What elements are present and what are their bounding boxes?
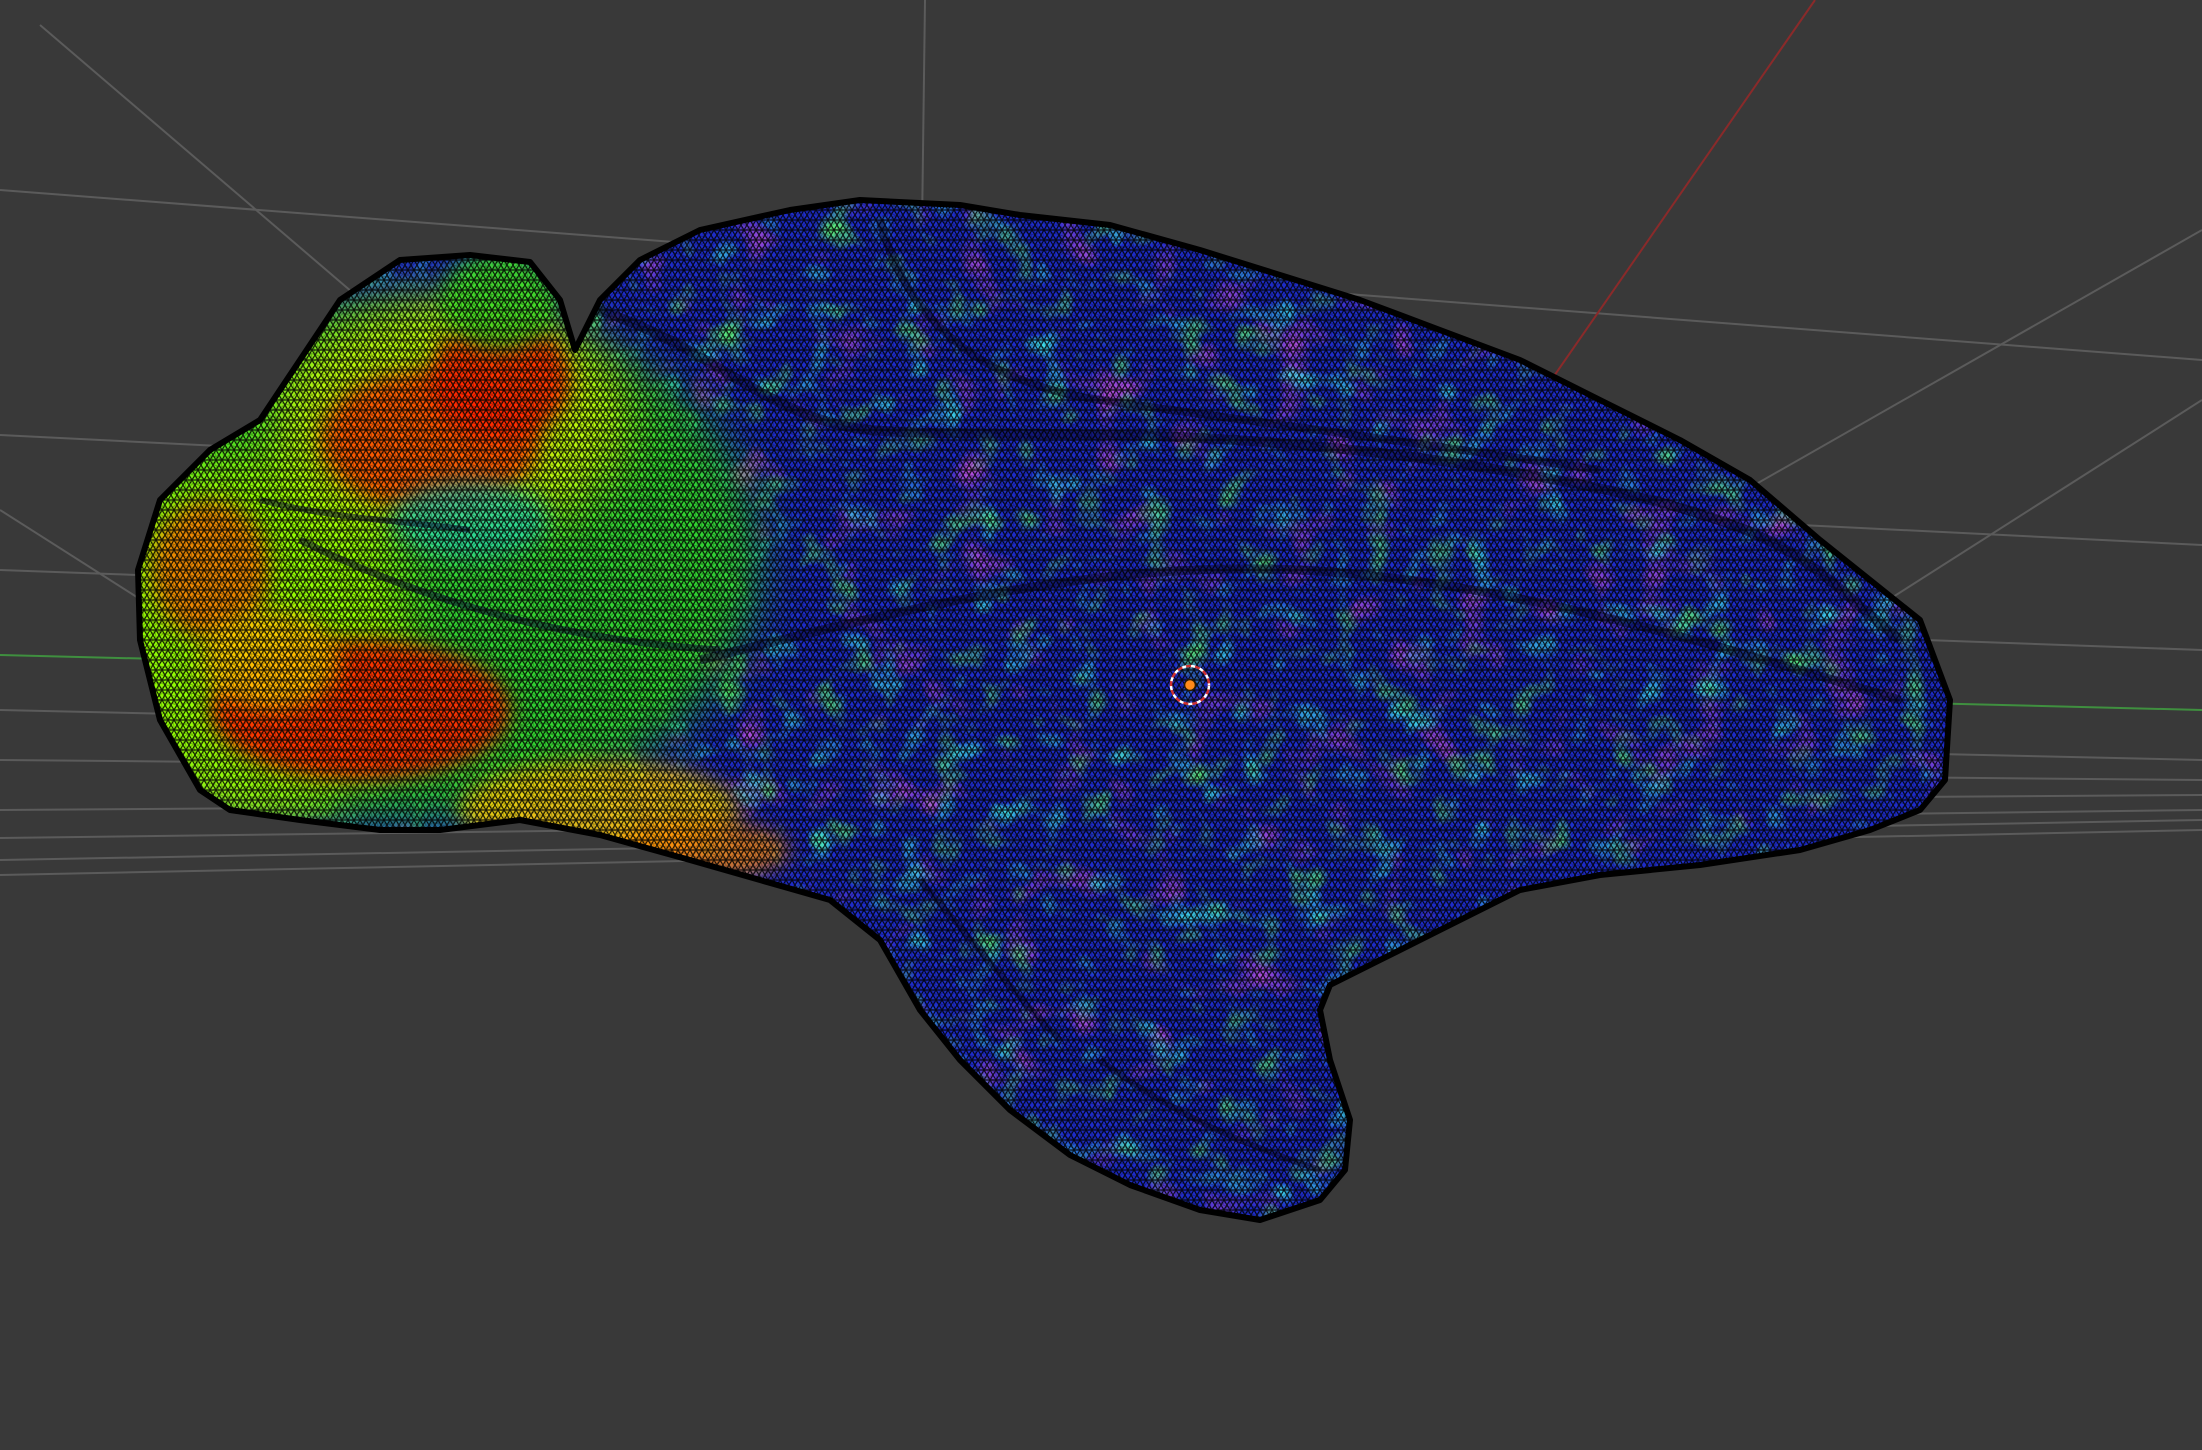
3d-viewport[interactable]: [0, 0, 2202, 1450]
viewport-canvas[interactable]: [0, 0, 2202, 1450]
origin-dot-icon: [1183, 678, 1197, 692]
brain-mesh[interactable]: [0, 0, 2202, 1450]
